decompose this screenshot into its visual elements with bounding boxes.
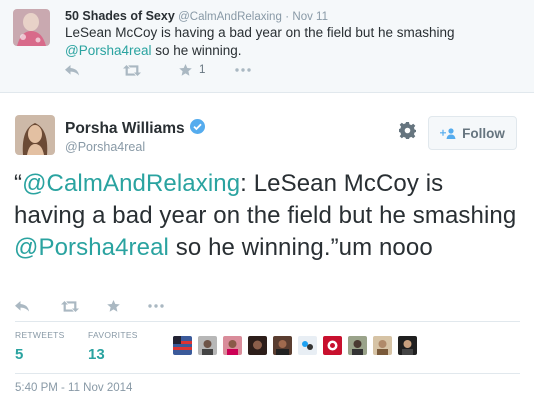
favoriter-avatar[interactable] bbox=[298, 336, 317, 355]
more-icon bbox=[235, 68, 252, 72]
quoted-text-before: LeSean McCoy is having a bad year on the… bbox=[65, 25, 455, 40]
retweets-label: RETWEETS bbox=[15, 330, 65, 340]
open-quote: “ bbox=[14, 170, 23, 197]
favoriter-avatar[interactable] bbox=[248, 336, 267, 355]
main-tweet: Porsha Williams @Porsha4real Follow “@Ca… bbox=[0, 94, 534, 411]
favoriter-avatar[interactable] bbox=[273, 336, 292, 355]
quoted-user-name[interactable]: 50 Shades of Sexy bbox=[65, 9, 175, 23]
user-name-text: Porsha Williams bbox=[65, 120, 185, 137]
quoted-tweet-time[interactable]: Nov 11 bbox=[292, 11, 328, 23]
verified-icon bbox=[189, 119, 205, 139]
stats-divider-top bbox=[15, 321, 520, 322]
favorites-label: FAVORITES bbox=[88, 330, 138, 340]
favoriter-avatar[interactable] bbox=[173, 336, 192, 355]
quoted-tweet-actions: 1 bbox=[65, 62, 252, 78]
favoriter-avatar[interactable] bbox=[198, 336, 217, 355]
quoted-user-avatar[interactable] bbox=[13, 9, 50, 46]
more-button[interactable] bbox=[148, 304, 164, 308]
quoted-tweet-text: LeSean McCoy is having a bad year on the… bbox=[65, 24, 525, 60]
favorite-icon bbox=[179, 64, 192, 76]
stats-divider-bottom bbox=[15, 373, 520, 374]
favorites-count: 13 bbox=[88, 346, 105, 363]
favoriter-avatar[interactable] bbox=[348, 336, 367, 355]
user-name[interactable]: Porsha Williams bbox=[65, 119, 205, 139]
favoriter-avatar[interactable] bbox=[323, 336, 342, 355]
retweet-icon bbox=[123, 64, 141, 76]
reply-icon bbox=[15, 300, 29, 311]
tweet-text: “@CalmAndRelaxing: LeSean McCoy is havin… bbox=[14, 168, 519, 264]
favorite-count: 1 bbox=[199, 64, 206, 76]
header-separator: · bbox=[285, 11, 290, 23]
reply-button[interactable] bbox=[65, 64, 79, 76]
quoted-tweet[interactable]: 50 Shades of Sexy @CalmAndRelaxing · Nov… bbox=[0, 0, 534, 93]
favorite-icon bbox=[107, 300, 120, 312]
quoted-tweet-header: 50 Shades of Sexy @CalmAndRelaxing · Nov… bbox=[65, 9, 328, 23]
retweet-icon bbox=[61, 300, 79, 312]
favoriters-avatars bbox=[173, 336, 423, 355]
retweet-button[interactable] bbox=[123, 64, 141, 76]
favoriter-avatar[interactable] bbox=[398, 336, 417, 355]
quoted-text-after: so he winning. bbox=[151, 43, 242, 58]
quoted-user-handle[interactable]: @CalmAndRelaxing bbox=[178, 11, 282, 23]
follow-button[interactable]: Follow bbox=[428, 116, 517, 150]
tweet-actions bbox=[15, 300, 164, 312]
mention-link[interactable]: @Porsha4real bbox=[65, 43, 152, 58]
more-icon bbox=[148, 304, 164, 308]
gear-icon bbox=[399, 122, 416, 139]
user-actions-button[interactable] bbox=[399, 122, 416, 144]
follow-label: Follow bbox=[462, 125, 505, 141]
retweet-button[interactable] bbox=[61, 300, 79, 312]
favoriter-avatar[interactable] bbox=[373, 336, 392, 355]
retweets-count: 5 bbox=[15, 346, 24, 363]
favorites-stat[interactable]: FAVORITES 13 bbox=[88, 330, 138, 363]
tweet-text-tail: so he winning.”um nooo bbox=[168, 234, 433, 261]
reply-icon bbox=[65, 64, 79, 75]
user-avatar[interactable] bbox=[15, 115, 55, 155]
tweet-timestamp[interactable]: 5:40 PM - 11 Nov 2014 bbox=[15, 382, 132, 394]
user-handle[interactable]: @Porsha4real bbox=[65, 140, 145, 154]
reply-button[interactable] bbox=[15, 300, 29, 312]
retweets-stat[interactable]: RETWEETS 5 bbox=[15, 330, 65, 363]
favorite-button[interactable]: 1 bbox=[179, 64, 205, 76]
favoriter-avatar[interactable] bbox=[223, 336, 242, 355]
favorite-button[interactable] bbox=[107, 300, 120, 312]
follow-person-icon bbox=[440, 127, 456, 139]
mention-link[interactable]: @Porsha4real bbox=[14, 234, 169, 261]
more-button[interactable] bbox=[235, 68, 252, 72]
mention-link[interactable]: @CalmAndRelaxing bbox=[22, 170, 240, 197]
